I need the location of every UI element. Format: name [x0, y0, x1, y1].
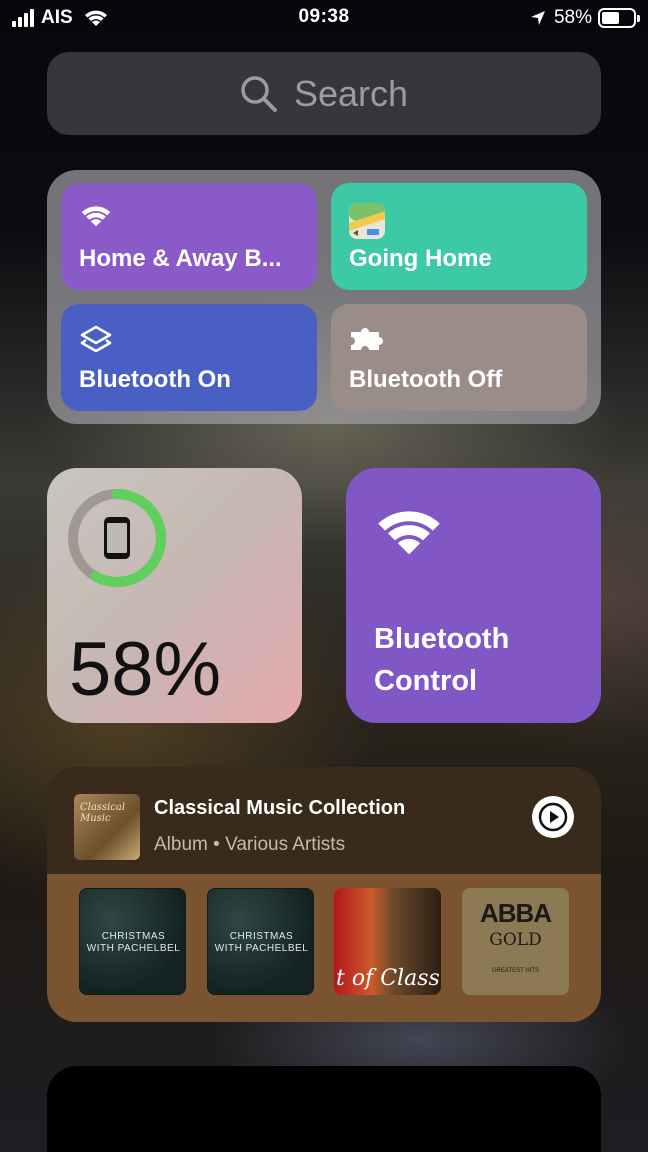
- battery-percent: 58%: [553, 7, 592, 28]
- album-tile-title: ABBA: [479, 898, 552, 928]
- shortcut-label: Bluetooth Off: [349, 366, 503, 393]
- album-art-text: Classical Music: [80, 802, 126, 824]
- album-tile-small: GREATEST HITS: [491, 968, 540, 974]
- layers-icon: [80, 325, 112, 353]
- phone-icon: [104, 517, 130, 559]
- music-widget: Classical Music Classical Music Collecti…: [47, 767, 601, 1022]
- location-arrow-icon: [530, 11, 545, 25]
- shortcuts-widget: Home & Away B... Going Home Bluetooth On: [47, 170, 601, 424]
- album-tile-subtitle: GOLD: [489, 930, 542, 950]
- status-right: 58%: [530, 6, 640, 30]
- album-tile[interactable]: CHRISTMAS WITH PACHELBEL: [79, 888, 186, 995]
- battery-icon: [598, 8, 640, 28]
- album-subtitle: Album • Various Artists: [154, 834, 346, 855]
- wifi-icon: [378, 511, 440, 555]
- album-title: Classical Music Collection: [154, 797, 406, 819]
- bluetooth-control-shortcut[interactable]: Bluetooth Control: [346, 468, 601, 723]
- album-tile-text: CHRISTMAS WITH PACHELBEL: [86, 931, 181, 954]
- search-icon: [241, 75, 277, 112]
- status-bar: AIS 09:38 58%: [0, 0, 648, 36]
- shortcut-label: Bluetooth On: [79, 366, 231, 393]
- shortcut-going-home[interactable]: Going Home: [331, 183, 587, 290]
- album-tile-text: t of Classic: [336, 966, 441, 991]
- album-tile-text: CHRISTMAS WITH PACHELBEL: [214, 931, 309, 954]
- album-tile[interactable]: ABBA GOLD GREATEST HITS: [462, 888, 569, 995]
- album-tile[interactable]: t of Classic: [334, 888, 441, 995]
- battery-level-label: 58%: [69, 627, 222, 712]
- battery-ring: [68, 489, 166, 587]
- bluetooth-control-label: Bluetooth Control: [374, 623, 510, 697]
- bottom-widget[interactable]: [47, 1066, 601, 1152]
- shortcut-bluetooth-on[interactable]: Bluetooth On: [61, 304, 317, 411]
- shortcut-label: Going Home: [349, 245, 492, 272]
- puzzle-icon: [351, 328, 383, 350]
- battery-widget[interactable]: 58%: [47, 468, 302, 723]
- maps-app-icon: [349, 203, 385, 239]
- shortcut-label: Home & Away B...: [79, 245, 282, 272]
- shortcut-bluetooth-off[interactable]: Bluetooth Off: [331, 304, 587, 411]
- search-placeholder: Search: [293, 72, 409, 114]
- album-art[interactable]: Classical Music: [74, 794, 140, 860]
- play-icon: [538, 802, 568, 832]
- play-button[interactable]: [532, 796, 574, 838]
- shortcut-home-away[interactable]: Home & Away B...: [61, 183, 317, 290]
- recent-albums: CHRISTMAS WITH PACHELBEL CHRISTMAS WITH …: [47, 874, 601, 1022]
- search-field[interactable]: Search: [47, 52, 601, 135]
- wifi-icon: [81, 206, 111, 227]
- now-playing-header[interactable]: Classical Music Classical Music Collecti…: [47, 767, 601, 874]
- album-tile[interactable]: CHRISTMAS WITH PACHELBEL: [207, 888, 314, 995]
